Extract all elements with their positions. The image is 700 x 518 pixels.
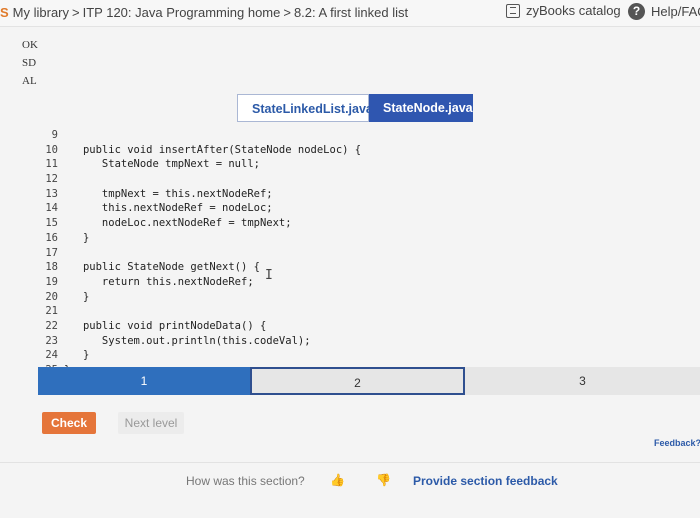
code-text: return this.nextNodeRef; <box>64 275 254 288</box>
code-text: System.out.println(this.codeVal); <box>64 334 311 347</box>
code-line: 21 <box>38 304 361 319</box>
line-number: 24 <box>45 349 58 362</box>
book-icon <box>506 3 520 18</box>
code-text: } <box>64 290 90 303</box>
zybooks-catalog-link[interactable]: zyBooks catalog <box>506 3 621 18</box>
line-number: 18 <box>45 261 58 274</box>
code-text: public void printNodeData() { <box>64 319 267 332</box>
breadcrumb: S My library > ITP 120: Java Programming ho… <box>0 5 408 20</box>
line-number: 20 <box>45 290 58 303</box>
next-level-button[interactable]: Next level <box>118 412 184 434</box>
level-2-segment[interactable]: 2 <box>250 367 465 395</box>
text-cursor-icon: I <box>265 268 273 283</box>
tab-statelinkedlist-java[interactable]: StateLinkedList.java <box>237 94 373 122</box>
check-button[interactable]: Check <box>42 412 96 434</box>
code-line: 18 public StateNode getNext() { <box>38 260 361 275</box>
code-text: } <box>64 231 90 244</box>
side-label: OK <box>22 39 38 51</box>
provide-section-feedback-link[interactable]: Provide section feedback <box>413 474 558 488</box>
code-text: this.nextNodeRef = nodeLoc; <box>64 202 273 215</box>
line-number: 14 <box>45 202 58 215</box>
zybooks-logo-icon: S <box>0 5 9 20</box>
thumbs-down-icon[interactable]: 👎 <box>376 473 391 487</box>
section-feedback-question: How was this section? <box>186 474 305 488</box>
code-text: public void insertAfter(StateNode nodeLo… <box>64 143 362 156</box>
line-number: 13 <box>45 187 58 200</box>
code-line: 19 return this.nextNodeRef; <box>38 275 361 290</box>
code-line: 9 <box>38 128 361 143</box>
code-line: 17 <box>38 246 361 261</box>
code-text: } <box>64 349 90 362</box>
code-text: public StateNode getNext() { <box>64 261 260 274</box>
breadcrumb-section: 8.2: A first linked list <box>293 5 409 20</box>
breadcrumb-my-library[interactable]: My library <box>13 5 69 20</box>
code-line: 13 tmpNext = this.nextNodeRef; <box>38 187 361 202</box>
side-label: SD <box>22 57 37 69</box>
level-3-segment[interactable]: 3 <box>465 367 700 395</box>
bottom-bar <box>0 488 700 518</box>
code-line: 11 StateNode tmpNext = null; <box>38 157 361 172</box>
code-editor[interactable]: 9 10 public void insertAfter(StateNode no… <box>38 128 361 378</box>
line-number: 12 <box>45 173 58 186</box>
code-line: 15 nodeLoc.nextNodeRef = tmpNext; <box>38 216 361 231</box>
code-line: 22 public void printNodeData() { <box>38 319 361 334</box>
catalog-label: zyBooks catalog <box>526 3 621 18</box>
line-number: 16 <box>45 231 58 244</box>
divider <box>0 462 700 463</box>
level-progress: 1 2 3 <box>38 367 700 395</box>
breadcrumb-separator: > <box>283 5 291 20</box>
code-line: 10 public void insertAfter(StateNode nod… <box>38 143 361 158</box>
line-number: 23 <box>45 334 58 347</box>
code-line: 14 this.nextNodeRef = nodeLoc; <box>38 201 361 216</box>
line-number: 15 <box>45 217 58 230</box>
code-text: nodeLoc.nextNodeRef = tmpNext; <box>64 217 292 230</box>
code-line: 24 } <box>38 348 361 363</box>
top-bar: S My library > ITP 120: Java Programming ho… <box>0 0 700 27</box>
question-circle-icon: ? <box>628 3 645 20</box>
code-line: 16 } <box>38 231 361 246</box>
code-text: tmpNext = this.nextNodeRef; <box>64 187 273 200</box>
feedback-link[interactable]: Feedback? <box>654 438 700 448</box>
code-line: 23 System.out.println(this.codeVal); <box>38 334 361 349</box>
line-number: 11 <box>45 158 58 171</box>
help-link[interactable]: ? Help/FAQ <box>628 3 700 20</box>
line-number: 10 <box>45 143 58 156</box>
code-line: 20 } <box>38 290 361 305</box>
line-number: 17 <box>45 246 58 259</box>
tab-statenode-java[interactable]: StateNode.java <box>369 94 473 122</box>
file-tabs: StateLinkedList.java StateNode.java <box>237 94 473 122</box>
side-labels: OK SD AL <box>22 36 38 90</box>
section-feedback-row: How was this section? 👍 👎 Provide sectio… <box>0 472 700 488</box>
code-line: 12 <box>38 172 361 187</box>
thumbs-up-icon[interactable]: 👍 <box>330 473 345 487</box>
side-label: AL <box>22 75 37 87</box>
breadcrumb-course-home[interactable]: ITP 120: Java Programming home <box>83 5 281 20</box>
level-1-segment[interactable]: 1 <box>38 367 250 395</box>
help-label: Help/FAQ <box>651 4 700 19</box>
line-number: 22 <box>45 319 58 332</box>
breadcrumb-separator: > <box>72 5 80 20</box>
code-text: StateNode tmpNext = null; <box>64 158 260 171</box>
line-number: 9 <box>51 129 58 141</box>
line-number: 19 <box>45 275 58 288</box>
line-number: 21 <box>45 305 58 318</box>
